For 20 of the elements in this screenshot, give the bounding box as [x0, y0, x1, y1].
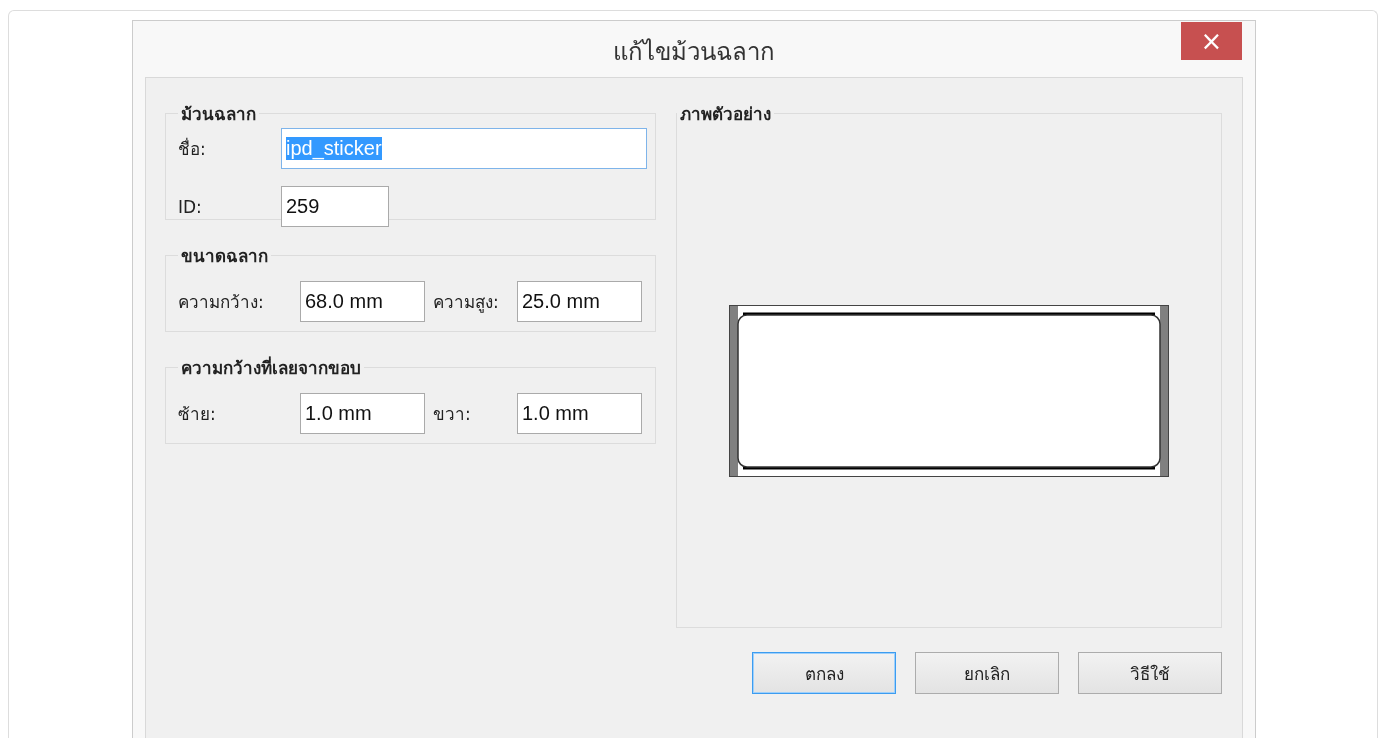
- dialog-button[interactable]: ยกเลิก: [915, 652, 1059, 694]
- group-title: ขนาดฉลาก: [180, 245, 269, 268]
- group-title: ความกว้างที่เลยจากขอบ: [180, 355, 362, 380]
- field-label: ขวา:: [433, 402, 472, 426]
- field-label: ID:: [178, 196, 203, 217]
- field-label: ความสูง:: [433, 290, 500, 315]
- text-field[interactable]: 1.0 mm: [300, 392, 425, 434]
- dialog-button[interactable]: ตกลง: [752, 652, 896, 694]
- text-field[interactable]: 1.0 mm: [517, 392, 642, 434]
- text-field[interactable]: 25.0 mm: [517, 280, 642, 322]
- close-button[interactable]: ×: [1181, 22, 1242, 60]
- field-label: ชื่อ:: [178, 136, 207, 161]
- window-title: แก้ไขม้วนฉลาก: [613, 36, 775, 68]
- dialog-button[interactable]: วิธีใช้: [1078, 652, 1222, 694]
- group-title: ภาพตัวอย่าง: [679, 103, 772, 126]
- group-title: ม้วนฉลาก: [180, 103, 257, 126]
- field-label: ซ้าย:: [178, 402, 217, 426]
- text-field[interactable]: 68.0 mm: [300, 280, 425, 322]
- field-label: ความกว้าง:: [178, 290, 265, 314]
- text-field[interactable]: 259: [281, 186, 389, 227]
